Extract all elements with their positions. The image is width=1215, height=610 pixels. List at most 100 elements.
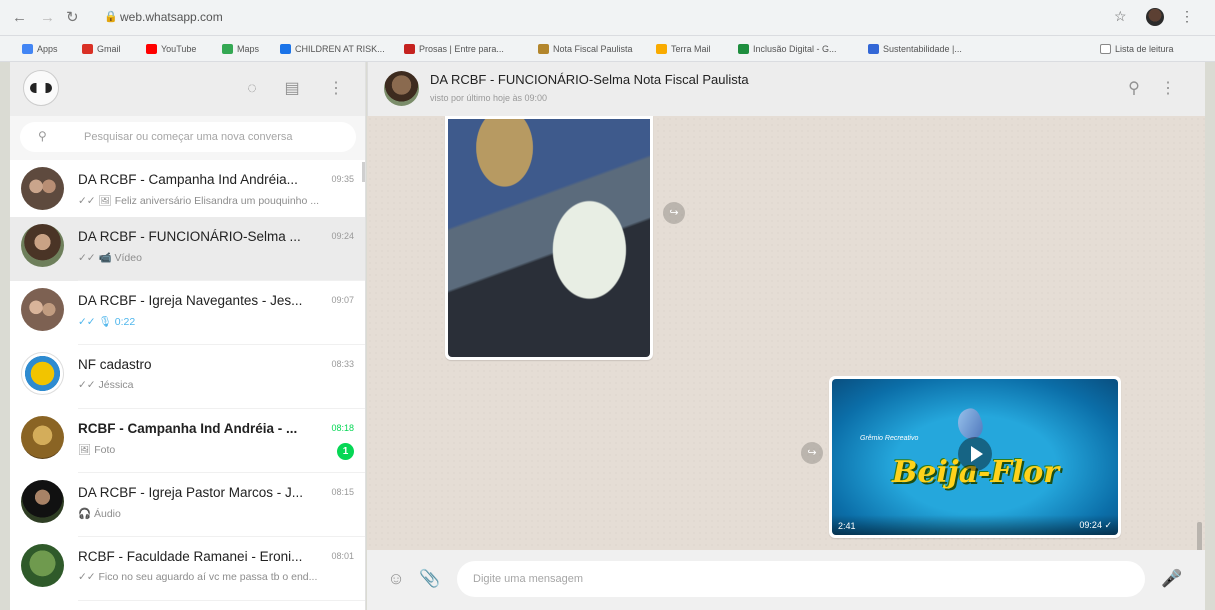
new-chat-icon[interactable]: ▤ xyxy=(282,79,302,99)
user-avatar[interactable] xyxy=(23,70,59,106)
emoji-icon[interactable]: ☺ xyxy=(385,568,407,590)
chat-avatar xyxy=(21,224,64,267)
lock-icon: 🔒 xyxy=(104,11,118,23)
chat-item[interactable]: RCBF - Faculdade Ramanei - Eroni... 08:0… xyxy=(10,537,365,601)
sidebar: ◌ ▤ ⋮ ⚲ Pesquisar ou começar uma nova co… xyxy=(10,62,366,610)
bookmark-maps[interactable]: Maps xyxy=(222,42,259,56)
sidebar-scrollbar[interactable] xyxy=(362,162,365,182)
chat-item[interactable]: DA RCBF - Igreja Navegantes - Jes... 09:… xyxy=(10,281,365,345)
video-thumbnail[interactable]: Grêmio Recreativo Beija-Flor 2:41 09:24 … xyxy=(832,379,1118,535)
chat-preview: ✓✓ 🖼 Feliz aniversário Elisandra um pouq… xyxy=(78,195,320,207)
contact-avatar[interactable] xyxy=(384,71,419,106)
chat-time: 08:33 xyxy=(331,359,354,369)
chat-preview: ✓✓ 🎙 0:22 xyxy=(78,316,136,328)
chat-time: 09:35 xyxy=(331,174,354,184)
bookmark-prosas[interactable]: Prosas | Entre para... xyxy=(404,42,504,56)
profile-avatar[interactable] xyxy=(1146,8,1164,26)
chat-item[interactable]: NF cadastro 08:33 ✓✓ Jéssica xyxy=(10,345,365,409)
menu-icon[interactable]: ⋮ xyxy=(326,79,346,99)
forward-icon[interactable]: ↪ xyxy=(801,442,823,464)
chat-preview: 🖼 Foto xyxy=(78,444,116,456)
video-tagline: Grêmio Recreativo xyxy=(860,435,919,442)
terra-icon xyxy=(656,44,667,54)
chat-name: RCBF - Faculdade Ramanei - Eroni... xyxy=(78,549,303,564)
address-bar[interactable]: 🔒 web.whatsapp.com xyxy=(100,6,1140,30)
bookmark-nota-fiscal[interactable]: Nota Fiscal Paulista xyxy=(538,42,633,56)
chat-time: 08:01 xyxy=(331,551,354,561)
menu-icon[interactable]: ⋮ xyxy=(1158,79,1178,99)
bookmark-sustentabilidade[interactable]: Sustentabilidade |... xyxy=(868,42,962,56)
bookmark-terra-mail[interactable]: Terra Mail xyxy=(656,42,711,56)
chat-preview: 🎧 Áudio xyxy=(78,508,121,520)
chat-avatar xyxy=(21,352,64,395)
message-time: 09:24 ✓ xyxy=(1079,520,1112,530)
maps-icon xyxy=(222,44,233,54)
video-meta: 2:41 09:24 ✓ xyxy=(832,515,1118,535)
search-placeholder: Pesquisar ou começar uma nova conversa xyxy=(84,131,293,143)
url-text: web.whatsapp.com xyxy=(120,10,223,24)
prosas-icon xyxy=(404,44,415,54)
chat-name: DA RCBF - Campanha Ind Andréia... xyxy=(78,172,298,187)
forward-icon[interactable]: ↪ xyxy=(663,202,685,224)
bookmark-apps[interactable]: Apps xyxy=(22,42,58,56)
link-icon xyxy=(280,44,291,54)
chat-avatar xyxy=(21,480,64,523)
video-message-photo[interactable] xyxy=(445,116,653,360)
bookmark-gmail[interactable]: Gmail xyxy=(82,42,121,56)
message-area[interactable]: ↪ ↪ Grêmio Recreativo Beija-Flor 2:41 09… xyxy=(367,116,1205,550)
status-icon[interactable]: ◌ xyxy=(242,79,262,99)
bookmark-children-at-risk[interactable]: CHILDREN AT RISK... xyxy=(280,42,385,56)
chat-preview: ✓✓ Fico no seu aguardo aí vc me passa tb… xyxy=(78,571,318,583)
browser-window: ← → ↻ 🔒 web.whatsapp.com ☆ ⋮ Apps Gmail … xyxy=(0,0,1215,610)
chat-name: DA RCBF - FUNCIONÁRIO-Selma ... xyxy=(78,229,301,244)
drive-icon xyxy=(738,44,749,54)
chat-list: DA RCBF - Campanha Ind Andréia... 09:35 … xyxy=(10,160,365,610)
apps-grid-icon xyxy=(22,44,33,54)
chat-avatar xyxy=(21,416,64,459)
bookmarks-bar: Apps Gmail YouTube Maps CHILDREN AT RISK… xyxy=(0,36,1215,62)
browser-menu-icon[interactable]: ⋮ xyxy=(1180,8,1194,25)
chat-item[interactable]: DA RCBF - Igreja Pastor Marcos - J... 08… xyxy=(10,473,365,537)
chat-item-active[interactable]: DA RCBF - FUNCIONÁRIO-Selma ... 09:24 ✓✓… xyxy=(10,217,365,281)
chat-item[interactable]: DA RCBF - Campanha Ind Andréia... 09:35 … xyxy=(10,160,365,224)
chat-preview: ✓✓ 📹 Vídeo xyxy=(78,252,142,264)
last-seen-text: visto por último hoje às 09:00 xyxy=(430,93,548,103)
search-icon: ⚲ xyxy=(38,129,47,143)
conversation-panel: DA RCBF - FUNCIONÁRIO-Selma Nota Fiscal … xyxy=(367,62,1205,610)
chat-avatar xyxy=(21,544,64,587)
chat-name: DA RCBF - Igreja Navegantes - Jes... xyxy=(78,293,303,308)
forward-icon[interactable]: → xyxy=(40,9,55,27)
video-message[interactable]: Grêmio Recreativo Beija-Flor 2:41 09:24 … xyxy=(829,376,1121,538)
message-placeholder: Digite uma mensagem xyxy=(473,573,584,585)
link-icon xyxy=(868,44,879,54)
microphone-icon[interactable]: 🎤 xyxy=(1161,568,1183,590)
back-icon[interactable]: ← xyxy=(12,9,27,27)
reload-icon[interactable]: ↻ xyxy=(66,9,79,27)
chat-time: 09:07 xyxy=(331,295,354,305)
reading-list-icon xyxy=(1100,44,1111,54)
chat-time: 08:18 xyxy=(331,423,354,433)
reading-list[interactable]: Lista de leitura xyxy=(1100,42,1174,56)
search-bar: ⚲ Pesquisar ou começar uma nova conversa xyxy=(10,116,365,160)
search-input[interactable]: ⚲ Pesquisar ou começar uma nova conversa xyxy=(20,122,356,152)
conversation-title: DA RCBF - FUNCIONÁRIO-Selma Nota Fiscal … xyxy=(430,72,749,87)
gmail-icon xyxy=(82,44,93,54)
play-icon[interactable] xyxy=(958,437,992,471)
attach-icon[interactable]: 📎 xyxy=(419,568,441,590)
whatsapp-app: ◌ ▤ ⋮ ⚲ Pesquisar ou começar uma nova co… xyxy=(0,62,1215,610)
chat-time: 08:15 xyxy=(331,487,354,497)
browser-toolbar: ← → ↻ 🔒 web.whatsapp.com ☆ ⋮ xyxy=(0,0,1215,36)
divider xyxy=(78,600,365,601)
chat-item[interactable]: RCBF - Campanha Ind Andréia - ... 08:18 … xyxy=(10,409,365,473)
bookmark-inclusao-digital[interactable]: Inclusão Digital - G... xyxy=(738,42,837,56)
chat-name: DA RCBF - Igreja Pastor Marcos - J... xyxy=(78,485,304,500)
chat-time: 09:24 xyxy=(331,231,354,241)
compose-bar: ☺ 📎 Digite uma mensagem 🎤 xyxy=(367,550,1205,610)
message-input[interactable]: Digite uma mensagem xyxy=(457,561,1145,597)
bookmark-youtube[interactable]: YouTube xyxy=(146,42,196,56)
conversation-header[interactable]: DA RCBF - FUNCIONÁRIO-Selma Nota Fiscal … xyxy=(367,62,1205,116)
message-image[interactable] xyxy=(448,119,650,357)
search-icon[interactable]: ⚲ xyxy=(1124,79,1144,99)
conversation-scrollbar[interactable] xyxy=(1197,522,1202,550)
bookmark-star-icon[interactable]: ☆ xyxy=(1114,8,1127,25)
